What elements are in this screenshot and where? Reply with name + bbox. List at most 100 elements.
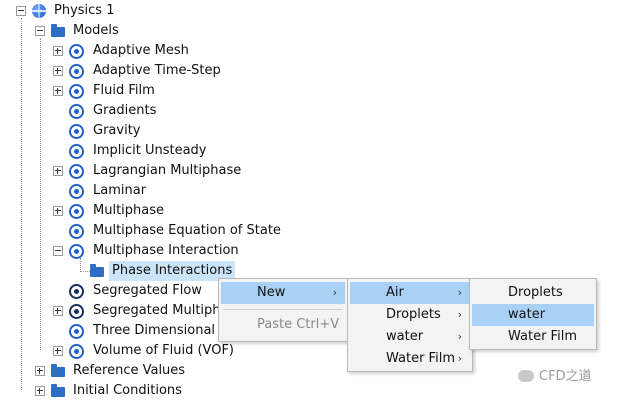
tree-node-label: Volume of Fluid (VOF) [93, 343, 234, 358]
tree-node-label: Adaptive Mesh [93, 43, 189, 58]
tree-node-model[interactable]: Adaptive Time-Step [0, 61, 300, 81]
expand-icon[interactable] [53, 66, 63, 76]
tree-node-label: Initial Conditions [73, 383, 182, 398]
expand-icon[interactable] [53, 86, 63, 96]
tree-node-label: Multiphase Interaction [93, 243, 239, 258]
folder-icon [51, 364, 65, 377]
context-menu: New › Paste Ctrl+V [218, 278, 348, 342]
model-icon [69, 164, 84, 179]
tree-node-label: Gradients [93, 103, 157, 118]
tree-node-model[interactable]: Gravity [0, 121, 300, 141]
menu-item-label: Air [386, 285, 404, 300]
watermark: CFD之道 [518, 365, 592, 384]
menu-item-air-water[interactable]: water [472, 304, 594, 326]
model-icon [69, 344, 84, 359]
menu-item-label: New [257, 285, 286, 300]
model-icon [69, 244, 84, 259]
model-icon [69, 104, 84, 119]
menu-item-label: water [508, 307, 546, 322]
collapse-icon[interactable] [53, 246, 63, 256]
submenu-new: Air › Droplets › water › Water Film › [347, 278, 473, 372]
wechat-icon [518, 369, 534, 382]
collapse-icon[interactable] [16, 6, 26, 16]
collapse-icon[interactable] [35, 26, 45, 36]
submenu-arrow-icon: › [457, 286, 462, 299]
expand-icon[interactable] [53, 46, 63, 56]
submenu-air: Droplets water Water Film [469, 278, 597, 350]
tree-node-model[interactable]: Lagrangian Multiphase [0, 161, 300, 181]
menu-item-droplets[interactable]: Droplets › [350, 304, 470, 326]
menu-item-water-film[interactable]: Water Film › [350, 348, 470, 370]
expand-icon[interactable] [53, 166, 63, 176]
tree-node-models[interactable]: Models [0, 21, 200, 41]
menu-separator [223, 309, 343, 310]
tree-node-model[interactable]: Volume of Fluid (VOF) [0, 341, 300, 361]
tree-node-physics[interactable]: Physics 1 [0, 1, 200, 21]
tree-node-model[interactable]: Gradients [0, 101, 300, 121]
expand-icon[interactable] [35, 386, 45, 396]
menu-item-label: Water Film [508, 329, 577, 344]
tree-node-label: Models [73, 23, 119, 38]
folder-icon [90, 264, 104, 277]
tree-node-label: Segregated Multipha [93, 303, 229, 318]
submenu-arrow-icon: › [457, 330, 462, 343]
watermark-text: CFD之道 [539, 369, 592, 384]
tree-node-model[interactable]: Laminar [0, 181, 300, 201]
folder-icon [51, 24, 65, 37]
model-icon [69, 204, 84, 219]
model-icon [69, 184, 84, 199]
expand-icon[interactable] [35, 366, 45, 376]
tree-node-model[interactable]: Three Dimensional [0, 321, 220, 341]
tree-node-label: Phase Interactions [109, 261, 236, 281]
tree-node-model[interactable]: Multiphase Interaction [0, 241, 300, 261]
menu-item-air-water-film[interactable]: Water Film [472, 326, 594, 348]
tree-node-label: Reference Values [73, 363, 186, 378]
model-icon [69, 44, 84, 59]
model-icon [69, 324, 84, 339]
menu-item-paste[interactable]: Paste Ctrl+V [221, 314, 345, 336]
tree-node-model[interactable]: Multiphase [0, 201, 300, 221]
tree-node-label: Segregated Flow [93, 283, 202, 298]
model-icon [69, 84, 84, 99]
tree-node-label: Three Dimensional [93, 323, 216, 338]
physics-continuum-icon [32, 4, 46, 18]
model-icon [69, 64, 84, 79]
tree-node-model[interactable]: Adaptive Mesh [0, 41, 300, 61]
model-icon [69, 144, 84, 159]
submenu-arrow-icon: › [457, 308, 462, 321]
menu-item-air-droplets[interactable]: Droplets [472, 282, 594, 304]
tree-node-label: Implicit Unsteady [93, 143, 207, 158]
expand-icon[interactable] [53, 206, 63, 216]
model-icon [69, 224, 84, 239]
submenu-arrow-icon: › [457, 352, 462, 365]
tree-node-model[interactable]: Implicit Unsteady [0, 141, 300, 161]
model-icon [69, 304, 84, 319]
tree-node-label: Lagrangian Multiphase [93, 163, 242, 178]
menu-item-label: water [386, 329, 424, 344]
expand-icon[interactable] [53, 306, 63, 316]
tree-node-reference-values[interactable]: Reference Values [0, 361, 300, 381]
menu-item-water[interactable]: water › [350, 326, 470, 348]
expand-icon[interactable] [53, 346, 63, 356]
menu-item-label: Paste Ctrl+V [257, 317, 340, 332]
submenu-arrow-icon: › [332, 286, 337, 299]
tree-node-model[interactable]: Segregated Flow [0, 281, 220, 301]
menu-item-label: Droplets [508, 285, 563, 300]
menu-item-label: Water Film [386, 351, 455, 366]
tree-node-label: Physics 1 [54, 3, 115, 18]
tree-node-label: Gravity [93, 123, 141, 138]
menu-item-new[interactable]: New › [221, 282, 345, 304]
tree-node-label: Multiphase Equation of State [93, 223, 281, 238]
model-icon [69, 284, 84, 299]
menu-item-label: Droplets [386, 307, 441, 322]
tree-node-initial-conditions[interactable]: Initial Conditions [0, 381, 300, 401]
tree-node-label: Laminar [93, 183, 147, 198]
tree-node-label: Multiphase [93, 203, 165, 218]
menu-item-air[interactable]: Air › [350, 282, 470, 304]
model-icon [69, 124, 84, 139]
tree-node-model[interactable]: Segregated Multipha [0, 301, 229, 321]
tree-node-model[interactable]: Multiphase Equation of State [0, 221, 300, 241]
tree-node-model[interactable]: Fluid Film [0, 81, 300, 101]
tree-node-label: Adaptive Time-Step [93, 63, 221, 78]
folder-icon [51, 384, 65, 397]
